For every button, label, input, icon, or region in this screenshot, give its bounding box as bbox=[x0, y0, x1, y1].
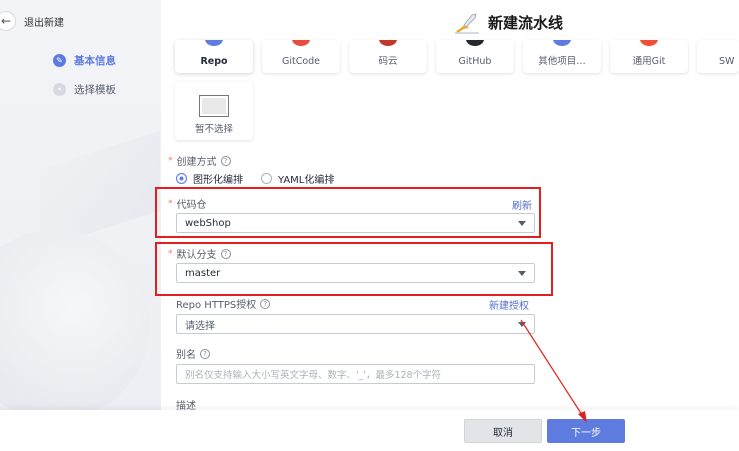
repo-source-label: Repo bbox=[200, 56, 228, 67]
github-logo-icon bbox=[466, 40, 484, 46]
https-auth-placeholder: 请选择 bbox=[185, 320, 215, 332]
alias-label: 别名 ? bbox=[176, 346, 210, 361]
back-arrow-icon[interactable]: ← bbox=[0, 11, 16, 31]
rocket-icon bbox=[455, 13, 479, 34]
repo-source-sw[interactable]: SW bbox=[697, 40, 739, 73]
repo-source-gitcode[interactable]: GitCode bbox=[262, 40, 340, 73]
repo-source-label: GitHub bbox=[458, 56, 492, 67]
repo-source-none[interactable]: 暂不选择 bbox=[175, 82, 253, 140]
left-sidebar: ← 退出新建 ✎ 基本信息 • 选择模板 bbox=[0, 0, 161, 451]
radio-checked-icon bbox=[176, 173, 187, 184]
repo-source-label: GitCode bbox=[281, 56, 321, 67]
https-auth-label: Repo HTTPS授权 ? bbox=[176, 296, 271, 311]
https-auth-select[interactable]: 请选择 bbox=[176, 314, 535, 334]
create-mode-label-text: 创建方式 bbox=[176, 157, 217, 168]
radio-label: 图形化编排 bbox=[193, 175, 243, 186]
alias-placeholder: 别名仅支持输入大小写英文字母、数字、'_'，最多128个字符 bbox=[185, 370, 442, 381]
radio-label: YAML化编排 bbox=[278, 175, 335, 186]
alias-input[interactable]: 别名仅支持输入大小写英文字母、数字、'_'，最多128个字符 bbox=[176, 364, 535, 384]
repo-source-other-project[interactable]: 其他项目… bbox=[523, 40, 601, 73]
sidebar-decoration bbox=[0, 230, 150, 420]
exit-create-button[interactable]: ← 退出新建 bbox=[0, 10, 64, 32]
repo-logo-icon bbox=[205, 40, 223, 46]
page-header bbox=[161, 0, 739, 44]
repo-source-label: 通用Git bbox=[632, 56, 666, 67]
annotation-box-repo bbox=[155, 187, 541, 238]
next-step-button[interactable]: 下一步 bbox=[547, 419, 625, 443]
alias-label-text: 别名 bbox=[176, 350, 196, 361]
create-auth-link[interactable]: 新建授权 bbox=[489, 297, 529, 312]
page-title: 新建流水线 bbox=[488, 14, 564, 32]
create-mode-label: * 创建方式 ? bbox=[168, 153, 231, 168]
other-project-logo-icon bbox=[553, 40, 571, 46]
create-mode-radio-group: 图形化编排 YAML化编排 bbox=[176, 171, 352, 186]
required-mark: * bbox=[168, 155, 173, 166]
repo-source-label: 其他项目… bbox=[538, 56, 586, 67]
step-label: 基本信息 bbox=[74, 55, 116, 67]
git-logo-icon bbox=[640, 40, 658, 46]
help-icon[interactable]: ? bbox=[260, 298, 271, 309]
radio-unchecked-icon bbox=[261, 173, 272, 184]
annotation-box-branch bbox=[155, 242, 553, 296]
step-basic-info[interactable]: ✎ 基本信息 bbox=[53, 53, 116, 68]
help-icon[interactable]: ? bbox=[200, 348, 210, 359]
repo-source-label: SW bbox=[719, 56, 735, 67]
exit-create-label: 退出新建 bbox=[24, 17, 64, 29]
edit-icon: ✎ bbox=[53, 54, 66, 67]
gitee-logo-icon bbox=[379, 40, 397, 46]
repo-source-generic-git[interactable]: 通用Git bbox=[610, 40, 688, 73]
empty-box-icon bbox=[199, 95, 229, 117]
repo-source-github[interactable]: GitHub bbox=[436, 40, 514, 73]
footer-bar: 取消 下一步 bbox=[0, 410, 739, 451]
step-label: 选择模板 bbox=[74, 84, 116, 96]
radio-yaml[interactable]: YAML化编排 bbox=[261, 171, 334, 186]
repo-source-label: 码云 bbox=[378, 56, 398, 67]
repo-source-repo[interactable]: Repo bbox=[175, 40, 253, 73]
step-select-template[interactable]: • 选择模板 bbox=[53, 82, 116, 97]
caret-down-icon bbox=[518, 322, 526, 327]
radio-graphical[interactable]: 图形化编排 bbox=[176, 171, 243, 186]
https-auth-label-text: Repo HTTPS授权 bbox=[176, 300, 257, 311]
repo-source-label: 暂不选择 bbox=[194, 124, 233, 135]
help-icon[interactable]: ? bbox=[220, 155, 231, 166]
step-dot-icon: • bbox=[53, 83, 66, 96]
cancel-button[interactable]: 取消 bbox=[464, 419, 542, 443]
gitcode-logo-icon bbox=[292, 40, 310, 46]
repo-source-gitee[interactable]: 码云 bbox=[349, 40, 427, 73]
